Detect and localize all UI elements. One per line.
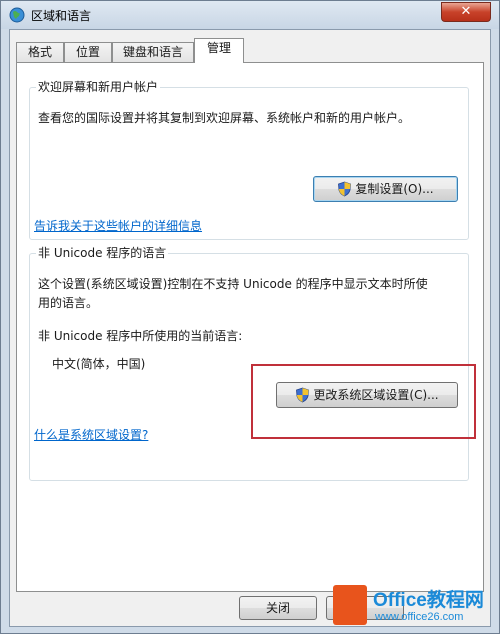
close-window-button[interactable]: ✕: [441, 2, 491, 22]
watermark-url: www.office26.com: [375, 611, 464, 623]
tab-location[interactable]: 位置: [64, 42, 112, 62]
globe-icon: [9, 7, 25, 23]
welcome-screen-group: 欢迎屏幕和新用户帐户 查看您的国际设置并将其复制到欢迎屏幕、系统帐户和新的用户帐…: [29, 80, 469, 240]
welcome-description: 查看您的国际设置并将其复制到欢迎屏幕、系统帐户和新的用户帐户。: [38, 111, 411, 125]
copy-settings-button[interactable]: 复制设置(O)...: [313, 176, 458, 202]
current-language-value: 中文(简体，中国): [52, 357, 146, 371]
highlight-box: [251, 364, 476, 439]
tab-keyboards-languages[interactable]: 键盘和语言: [112, 42, 194, 62]
title-bar[interactable]: 区域和语言 ✕: [1, 1, 499, 29]
non-unicode-description-line1: 这个设置(系统区域设置)控制在不支持 Unicode 的程序中显示文本时所使: [38, 277, 428, 291]
site-watermark: Office教程网 www.office26.com: [333, 583, 498, 629]
copy-settings-label: 复制设置(O)...: [355, 182, 434, 196]
system-locale-help-link[interactable]: 什么是系统区域设置?: [34, 426, 148, 445]
non-unicode-group-title: 非 Unicode 程序的语言: [36, 246, 169, 260]
accounts-info-link[interactable]: 告诉我关于这些帐户的详细信息: [34, 217, 202, 236]
dialog-client-area: 格式 位置 键盘和语言 管理 欢迎屏幕和新用户帐户 查看您的国际设置并将其复制到…: [9, 29, 491, 627]
close-button-label: 关闭: [265, 601, 290, 615]
region-language-window: 区域和语言 ✕ 格式 位置 键盘和语言 管理 欢迎屏幕和新用户帐户 查看您的国际…: [0, 0, 500, 634]
tab-administrative[interactable]: 管理: [194, 38, 244, 63]
watermark-brand: Office教程网: [373, 590, 484, 611]
uac-shield-icon: [338, 181, 352, 197]
non-unicode-description-line2: 用的语言。: [38, 296, 99, 310]
window-title: 区域和语言: [31, 9, 92, 23]
tab-format[interactable]: 格式: [16, 42, 64, 62]
current-language-label: 非 Unicode 程序中所使用的当前语言:: [38, 329, 243, 343]
close-button[interactable]: 关闭: [239, 596, 317, 620]
office-logo-icon: [333, 585, 367, 625]
welcome-group-title: 欢迎屏幕和新用户帐户: [36, 80, 161, 94]
administrative-panel: 欢迎屏幕和新用户帐户 查看您的国际设置并将其复制到欢迎屏幕、系统帐户和新的用户帐…: [16, 62, 484, 592]
